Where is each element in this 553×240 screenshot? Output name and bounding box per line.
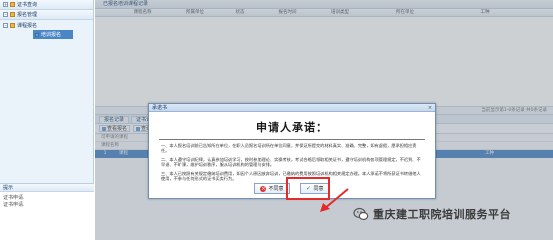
- arrow-annotation-icon: [320, 188, 349, 212]
- tips-line: 证书申请.: [3, 195, 25, 201]
- tips-body: 证书申请. 证书申请.: [0, 192, 94, 212]
- sidebar-item-label: 报名管理: [17, 12, 38, 18]
- commitment-paragraph: 一、本人报名培训前已告知所在单位，在职人员报名培训所在单位同意，并保证所提交的材…: [161, 143, 417, 154]
- commitment-paragraph: 二、本人遵守培训纪律，认真参加培训学习，按时参加理论、实操考核，考试合格后领取相…: [161, 156, 421, 168]
- tips-title: 提示: [0, 184, 94, 192]
- sidebar-subitem-training-enroll[interactable]: 培训报名: [33, 30, 73, 39]
- sidebar-item-certificate[interactable]: + 证书查询: [0, 0, 93, 10]
- folder-icon: [10, 22, 15, 28]
- sidebar-item-enroll-manage[interactable]: − 报名管理: [0, 10, 93, 20]
- collapse-toggle-icon[interactable]: −: [3, 12, 8, 17]
- sidebar-item-label: 课程报名: [17, 22, 38, 29]
- tips-panel: 提示 证书申请. 证书申请.: [0, 183, 94, 240]
- wechat-icon: [353, 207, 369, 221]
- folder-icon: [10, 12, 15, 17]
- collapse-toggle-icon[interactable]: −: [3, 22, 8, 28]
- watermark-text: 重庆建工职院培训服务平台: [373, 208, 511, 221]
- dialog-titlebar: 承诺书 ×: [149, 104, 435, 112]
- close-icon[interactable]: ×: [427, 105, 433, 111]
- tips-line: 证书申请.: [3, 202, 25, 208]
- cancel-icon: ×: [260, 185, 267, 192]
- dialog-heading: 申请人承诺：: [256, 121, 328, 134]
- expand-toggle-icon[interactable]: +: [3, 2, 8, 7]
- folder-icon: [10, 2, 15, 7]
- sidebar-item-label: 证书查询: [17, 2, 38, 8]
- watermark: 重庆建工职院培训服务平台: [353, 206, 511, 222]
- dialog-title: 承诺书: [152, 105, 168, 111]
- page-icon: [35, 32, 39, 37]
- sidebar-subitem-label: 培训报名: [41, 32, 62, 38]
- sidebar-item-course-enroll[interactable]: − 课程报名: [0, 20, 93, 30]
- divider: [159, 139, 425, 140]
- button-label: 不同意: [268, 186, 284, 192]
- disagree-button[interactable]: × 不同意: [254, 183, 290, 194]
